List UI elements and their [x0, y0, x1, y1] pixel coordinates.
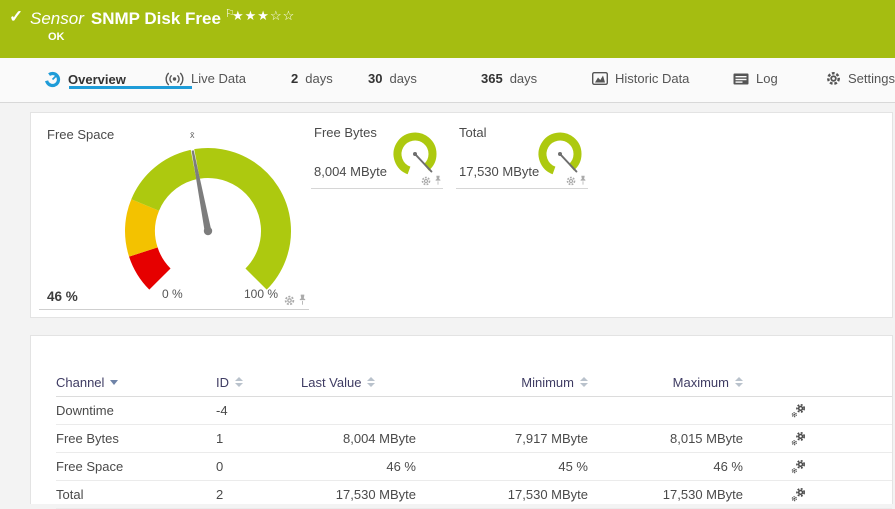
channel-table-header: Channel ID Last Value Minimum Maximum [56, 368, 892, 397]
free-bytes-mini-gauge [390, 130, 440, 180]
free-space-gauge [88, 146, 328, 316]
channel-name: Total [56, 487, 216, 502]
tab-label: Live Data [191, 71, 246, 86]
tab-label: Settings [848, 71, 895, 86]
stars-empty[interactable]: ☆☆ [270, 8, 295, 23]
maximum-value: 8,015 MByte [588, 431, 743, 446]
column-header-id[interactable]: ID [216, 375, 301, 390]
tab-label: days [389, 71, 416, 86]
scale-min-label: 0 % [162, 287, 183, 301]
gauge-value-label: 8,004 MByte [314, 164, 387, 179]
sensor-name: SNMP Disk Free [91, 9, 221, 28]
free-bytes-gauge-cell: Free Bytes 8,004 MByte [311, 121, 443, 189]
table-row-downtime: Downtime -4 [56, 397, 892, 425]
channel-table-panel: Channel ID Last Value Minimum Maximum Do… [30, 335, 893, 504]
tab-number: 30 [368, 71, 382, 86]
log-list-icon [733, 73, 749, 85]
scale-max-label: 100 % [244, 287, 278, 301]
tab-label: Historic Data [615, 71, 689, 86]
tab-30-days[interactable]: 30 days [368, 71, 417, 86]
gauge-icon [44, 71, 61, 88]
pin-icon[interactable] [579, 175, 587, 186]
overview-gauges-panel: Free Space x̄ 46 % 0 % 100 % Free Bytes [30, 112, 893, 318]
tab-label: days [510, 71, 537, 86]
last-value: 8,004 MByte [301, 431, 416, 446]
tab-number: 365 [481, 71, 503, 86]
pin-icon[interactable] [434, 175, 442, 186]
column-header-minimum[interactable]: Minimum [416, 375, 588, 390]
sort-icon [580, 377, 588, 387]
tab-365-days[interactable]: 365 days [481, 71, 537, 86]
tab-settings[interactable]: Settings [826, 71, 895, 86]
tab-label: days [305, 71, 332, 86]
priority-stars[interactable]: ★★★☆☆ [232, 8, 295, 24]
sensor-header: ✓ SensorSNMP Disk Free⚐ ★★★☆☆ OK [0, 0, 895, 58]
channel-id: -4 [216, 403, 301, 418]
live-broadcast-icon [165, 72, 184, 86]
average-marker: x̄ [190, 130, 195, 140]
column-header-last-value[interactable]: Last Value [301, 375, 416, 390]
tab-bar: Overview Live Data 2 days 30 days 365 da… [0, 58, 895, 103]
status-badge: OK [48, 31, 65, 43]
channel-settings-gears-icon[interactable] [791, 459, 806, 474]
column-header-maximum[interactable]: Maximum [588, 375, 743, 390]
table-row-free-bytes: Free Bytes 1 8,004 MByte 7,917 MByte 8,0… [56, 425, 892, 453]
channel-id: 0 [216, 459, 301, 474]
sort-desc-icon [110, 380, 118, 385]
tab-number: 2 [291, 71, 298, 86]
tab-log[interactable]: Log [733, 71, 778, 86]
chart-icon [592, 72, 608, 85]
channel-name: Free Bytes [56, 431, 216, 446]
minimum-value: 45 % [416, 459, 588, 474]
gauge-settings-gear-icon[interactable] [566, 176, 576, 186]
sensor-title-line: SensorSNMP Disk Free⚐ [30, 7, 235, 29]
sort-icon [735, 377, 743, 387]
gauge-title: Free Space [47, 127, 114, 142]
gauge-title: Total [459, 125, 486, 140]
tab-label: Log [756, 71, 778, 86]
sort-icon [235, 377, 243, 387]
channel-id: 2 [216, 487, 301, 502]
object-type-label: Sensor [30, 9, 84, 28]
maximum-value: 17,530 MByte [588, 487, 743, 502]
maximum-value: 46 % [588, 459, 743, 474]
status-check-icon: ✓ [9, 7, 23, 27]
gear-icon [826, 71, 841, 86]
total-gauge-cell: Total 17,530 MByte [456, 121, 588, 189]
total-mini-gauge [535, 130, 585, 180]
last-value: 46 % [301, 459, 416, 474]
channel-id: 1 [216, 431, 301, 446]
last-value: 17,530 MByte [301, 487, 416, 502]
gauge-title: Free Bytes [314, 125, 377, 140]
gauge-settings-gear-icon[interactable] [421, 176, 431, 186]
channel-settings-gears-icon[interactable] [791, 403, 806, 418]
tab-2-days[interactable]: 2 days [291, 71, 333, 86]
stars-filled[interactable]: ★★★ [232, 8, 270, 23]
active-tab-underline [69, 86, 192, 89]
channel-name: Downtime [56, 403, 216, 418]
tab-overview[interactable]: Overview [44, 71, 126, 88]
minimum-value: 17,530 MByte [416, 487, 588, 502]
current-value-label: 46 % [47, 289, 78, 304]
gauge-value-label: 17,530 MByte [459, 164, 539, 179]
channel-settings-gears-icon[interactable] [791, 431, 806, 446]
table-row-free-space: Free Space 0 46 % 45 % 46 % [56, 453, 892, 481]
pin-icon[interactable] [298, 294, 307, 306]
gauge-settings-gear-icon[interactable] [284, 295, 295, 306]
tab-live-data[interactable]: Live Data [165, 71, 246, 86]
tab-label: Overview [68, 72, 126, 87]
column-header-channel[interactable]: Channel [56, 375, 216, 390]
channel-settings-gears-icon[interactable] [791, 487, 806, 502]
free-space-gauge-cell: Free Space x̄ 46 % 0 % 100 % [39, 119, 309, 310]
minimum-value: 7,917 MByte [416, 431, 588, 446]
sort-icon [367, 377, 375, 387]
table-row-total: Total 2 17,530 MByte 17,530 MByte 17,530… [56, 481, 892, 509]
tab-historic-data[interactable]: Historic Data [592, 71, 689, 86]
channel-name: Free Space [56, 459, 216, 474]
